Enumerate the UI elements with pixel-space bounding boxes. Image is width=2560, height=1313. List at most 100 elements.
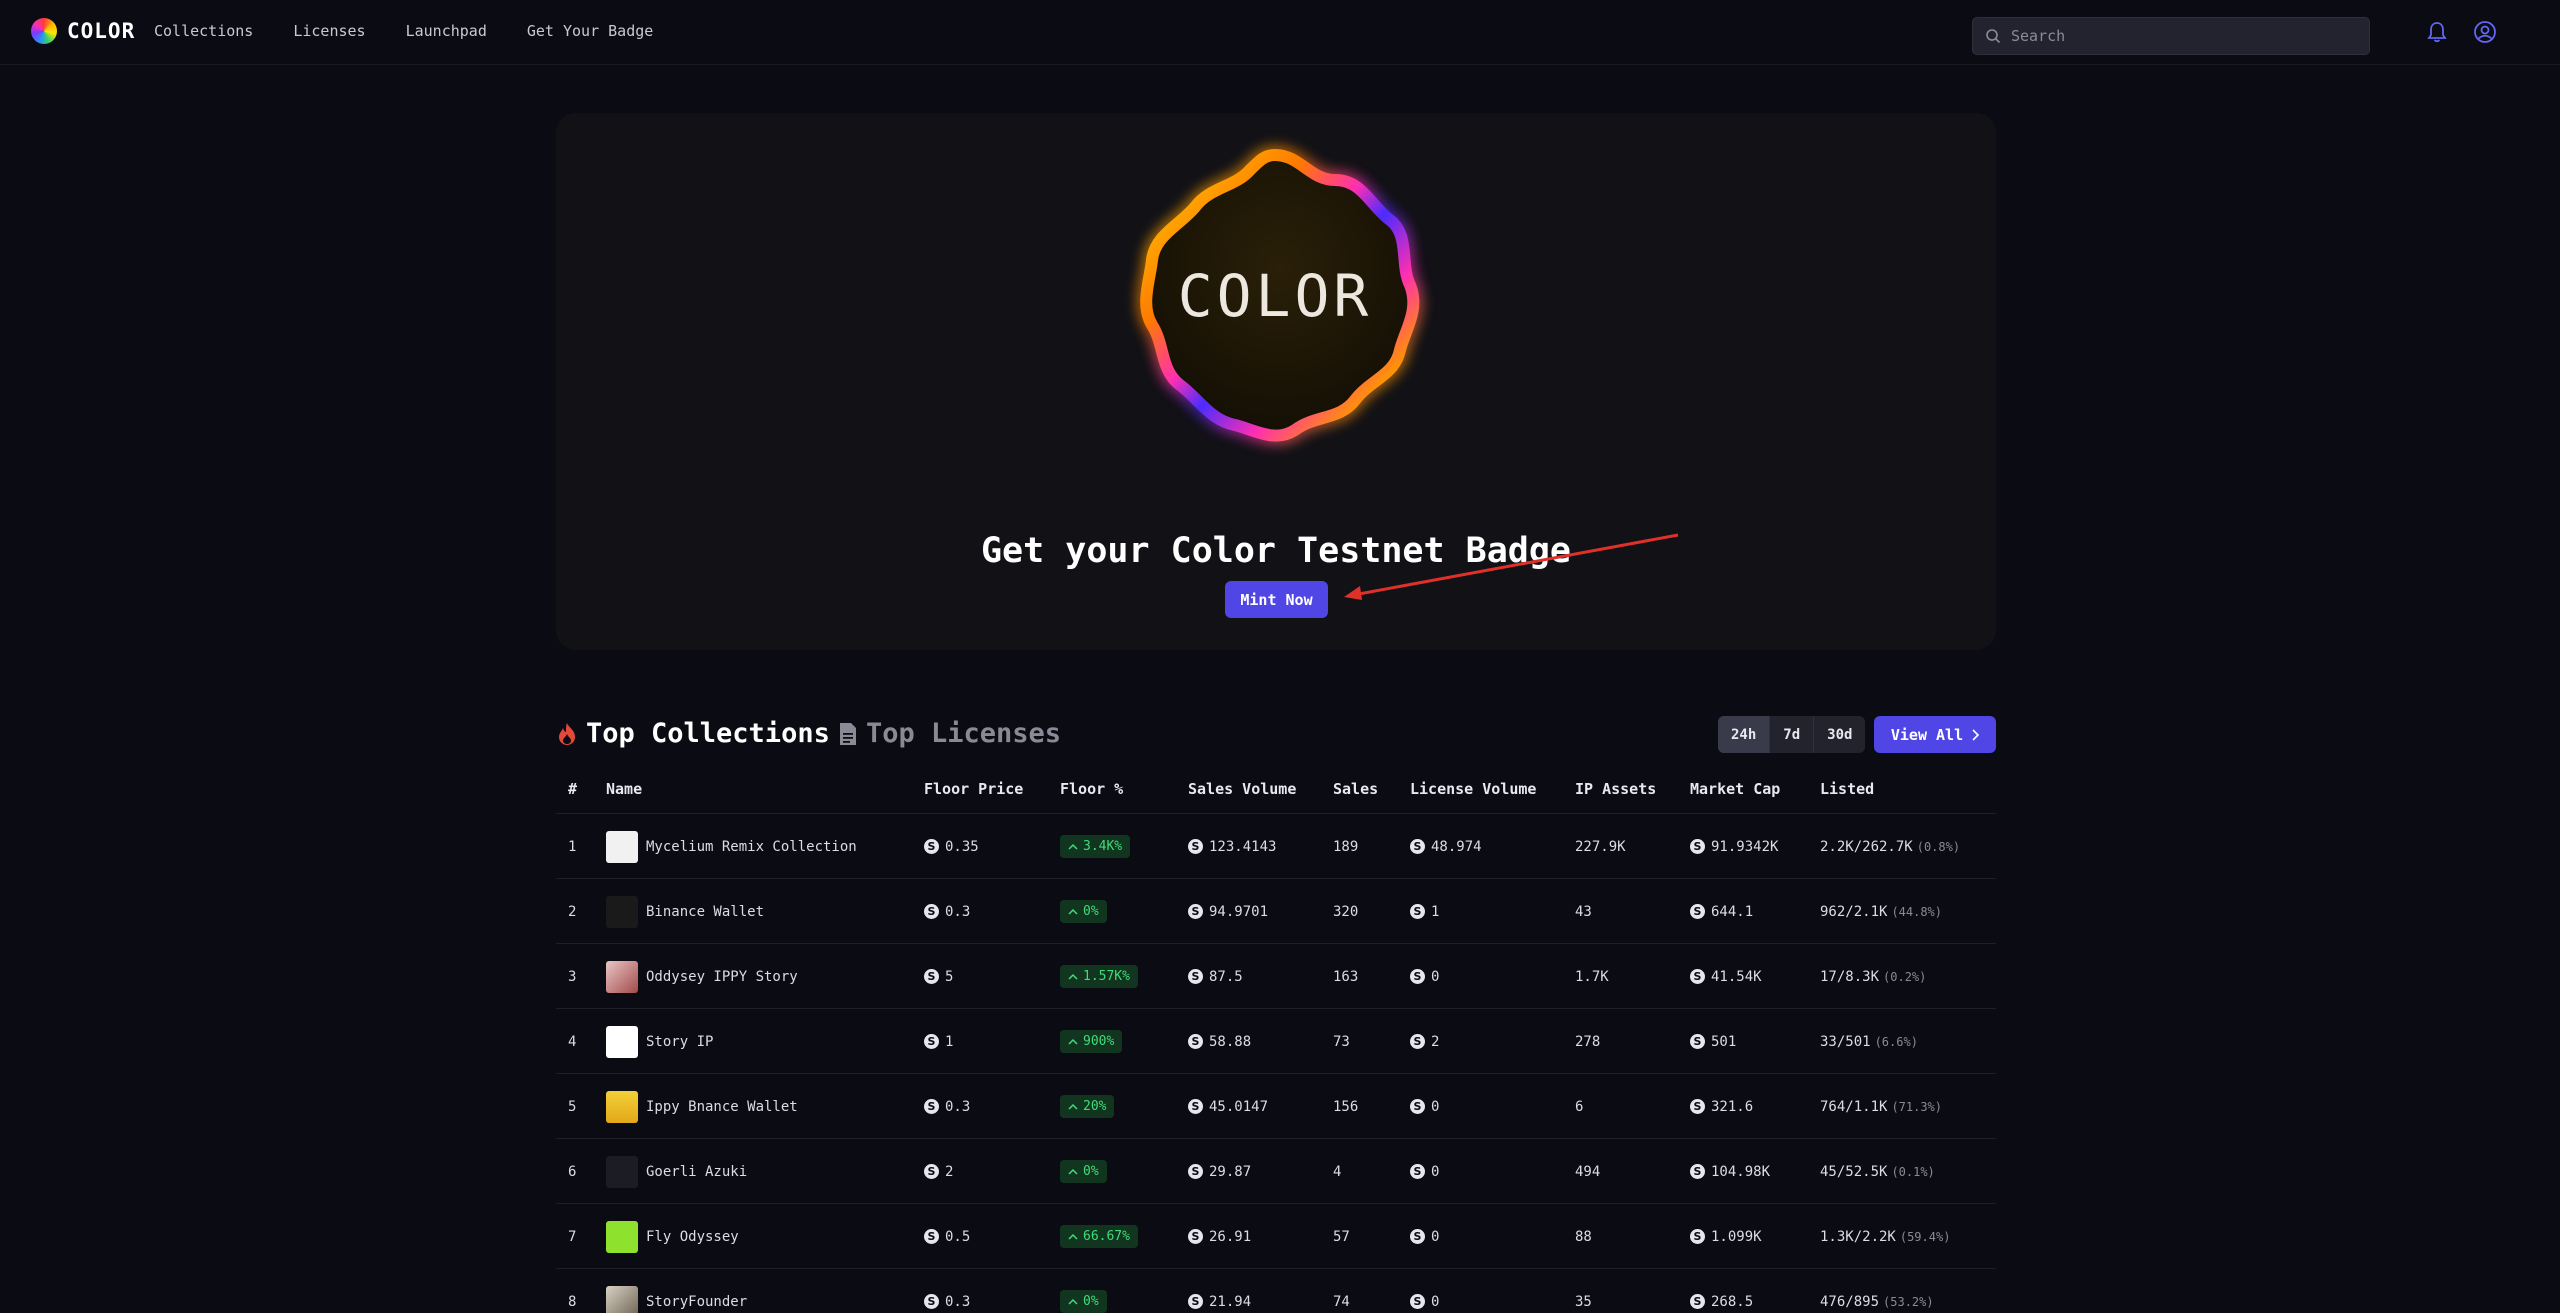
col-sales[interactable]: Sales [1333,780,1378,798]
story-token-icon: S [1188,1164,1203,1179]
range-7d-button[interactable]: 7d [1770,716,1815,753]
table-row[interactable]: 4 Story IP S 1 900% S 58.88 73 S 2 278 S 501 33/501 (6… [556,1009,1996,1074]
sales-volume-cell: S 58.88 [1188,1009,1251,1074]
col-floor-price[interactable]: Floor Price [924,780,1023,798]
sales-volume-cell: S 87.5 [1188,944,1243,1009]
range-30d-button[interactable]: 30d [1814,716,1865,753]
table-row[interactable]: 5 Ippy Bnance Wallet S 0.3 20% S 45.0147 156 S 0 6… [556,1074,1996,1139]
license-volume-cell-value: 2 [1431,1033,1440,1050]
nav-get-your-badge[interactable]: Get Your Badge [527,22,653,40]
range-24h-button[interactable]: 24h [1718,716,1771,753]
market-cap-cell: S 268.5 [1690,1269,1753,1313]
license-volume-cell: S 48.974 [1410,814,1482,879]
story-token-icon: S [924,1229,939,1244]
table-row[interactable]: 8 StoryFounder S 0.3 0% S 21.94 74 S 0 35 S 268.5 476… [556,1269,1996,1313]
col-name[interactable]: Name [606,780,642,798]
ip-assets-cell: 494 [1575,1139,1600,1204]
rank-cell: 4 [568,1009,576,1074]
table-row[interactable]: 6 Goerli Azuki S 2 0% S 29.87 4 S 0 494 S 104.98K 45/… [556,1139,1996,1204]
floor-price-cell-value: 1 [945,1033,954,1050]
name-cell[interactable]: Fly Odyssey [606,1204,739,1269]
floor-price-cell-value: 2 [945,1163,954,1180]
floor-price-cell: S 0.5 [924,1204,970,1269]
license-volume-cell-value: 0 [1431,968,1440,985]
name-cell[interactable]: Mycelium Remix Collection [606,814,857,879]
chevron-up-icon [1068,1034,1078,1049]
sales-volume-cell: S 21.94 [1188,1269,1251,1313]
name-cell[interactable]: Story IP [606,1009,713,1074]
ip-assets-cell-value: 278 [1575,1033,1601,1050]
sales-cell: 4 [1333,1139,1341,1204]
listed-cell-value: 45/52.5K [1820,1163,1888,1180]
fire-icon [559,722,575,745]
license-volume-cell: S0 [1410,1269,1439,1313]
market-cap-cell: S 1.099K [1690,1204,1762,1269]
top-header: COLOR Collections Licenses Launchpad Get… [0,0,2560,65]
sales-volume-cell-value: 123.4143 [1209,838,1277,855]
table-row[interactable]: 7 Fly Odyssey S 0.5 66.67% S 26.91 57 S 0 88 S 1.099… [556,1204,1996,1269]
story-token-icon: S [1410,904,1425,919]
story-token-icon: S [1690,1164,1705,1179]
view-all-button[interactable]: View All [1874,716,1996,753]
story-token-icon: S [924,1034,939,1049]
name-cell[interactable]: Oddysey IPPY Story [606,944,798,1009]
name-cell-value: Goerli Azuki [646,1163,748,1180]
sales-cell: 74 [1333,1269,1350,1313]
story-token-icon: S [1188,969,1203,984]
user-account-icon[interactable] [2472,19,2498,45]
tab-top-collections[interactable]: Top Collections [556,718,830,749]
sales-volume-cell-value: 21.94 [1209,1293,1252,1310]
floor-change-value: 900% [1083,1034,1115,1049]
market-cap-cell: S 501 [1690,1009,1736,1074]
tab-top-licenses[interactable]: Top Licenses [838,718,1061,749]
story-token-icon: S [1690,1099,1705,1114]
top-section-tabs: Top Collections Top Licenses 24h 7d 30d … [556,712,1996,756]
floor-pct-cell: 1.57K% [1060,944,1138,1009]
name-cell[interactable]: Ippy Bnance Wallet [606,1074,798,1139]
listed-cell: 17/8.3K (0.2%) [1820,944,1926,1009]
main-nav: Collections Licenses Launchpad Get Your … [154,22,653,40]
rank-cell: 2 [568,879,576,944]
collection-thumbnail [606,1285,638,1313]
license-volume-cell-value: 0 [1431,1293,1440,1310]
nav-licenses[interactable]: Licenses [293,22,365,40]
col-floor-pct[interactable]: Floor % [1060,780,1123,798]
col-market-cap[interactable]: Market Cap [1690,780,1780,798]
floor-change-value: 0% [1083,1164,1099,1179]
logo[interactable]: COLOR [31,18,135,44]
floor-price-cell-value: 0.3 [945,1293,971,1310]
name-cell[interactable]: StoryFounder [606,1269,747,1313]
nav-launchpad[interactable]: Launchpad [406,22,487,40]
name-cell[interactable]: Goerli Azuki [606,1139,747,1204]
col-sales-volume[interactable]: Sales Volume [1188,780,1296,798]
name-cell[interactable]: Binance Wallet [606,879,764,944]
story-token-icon: S [1690,969,1705,984]
col-ip-assets[interactable]: IP Assets [1575,780,1656,798]
floor-change-value: 66.67% [1083,1229,1130,1244]
hero-title: Get your Color Testnet Badge [980,531,1571,571]
nav-collections[interactable]: Collections [154,22,253,40]
ip-assets-cell-value: 227.9K [1575,838,1626,855]
listed-cell-value: 1.3K/2.2K [1820,1228,1896,1245]
sales-volume-cell-value: 87.5 [1209,968,1243,985]
floor-price-cell: S 0.3 [924,879,970,944]
document-icon [840,722,856,745]
bell-icon[interactable] [2424,19,2450,45]
floor-change-badge: 1.57K% [1060,965,1138,988]
floor-price-cell-value: 0.3 [945,903,971,920]
collection-thumbnail [606,830,638,863]
table-row[interactable]: 2 Binance Wallet S 0.3 0% S 94.9701 320 S 1 43 S 644… [556,879,1996,944]
col-listed[interactable]: Listed [1820,780,1874,798]
table-row[interactable]: 1 Mycelium Remix Collection S 0.35 3.4K% S 123… [556,814,1996,879]
search-input[interactable] [2011,27,2351,45]
search-box[interactable] [1972,17,2370,55]
table-row[interactable]: 3 Oddysey IPPY Story S 5 1.57K% S 87.5 163 S 0 1.7… [556,944,1996,1009]
sales-cell-value: 74 [1333,1293,1350,1310]
market-cap-cell-value: 91.9342K [1711,838,1779,855]
sales-cell-value: 163 [1333,968,1359,985]
listed-percent: (44.8%) [1891,904,1943,919]
mint-now-button[interactable]: Mint Now [1225,581,1328,618]
chevron-up-icon [1068,1164,1078,1179]
col-license-volume[interactable]: License Volume [1410,780,1536,798]
listed-percent: (6.6%) [1874,1034,1918,1049]
